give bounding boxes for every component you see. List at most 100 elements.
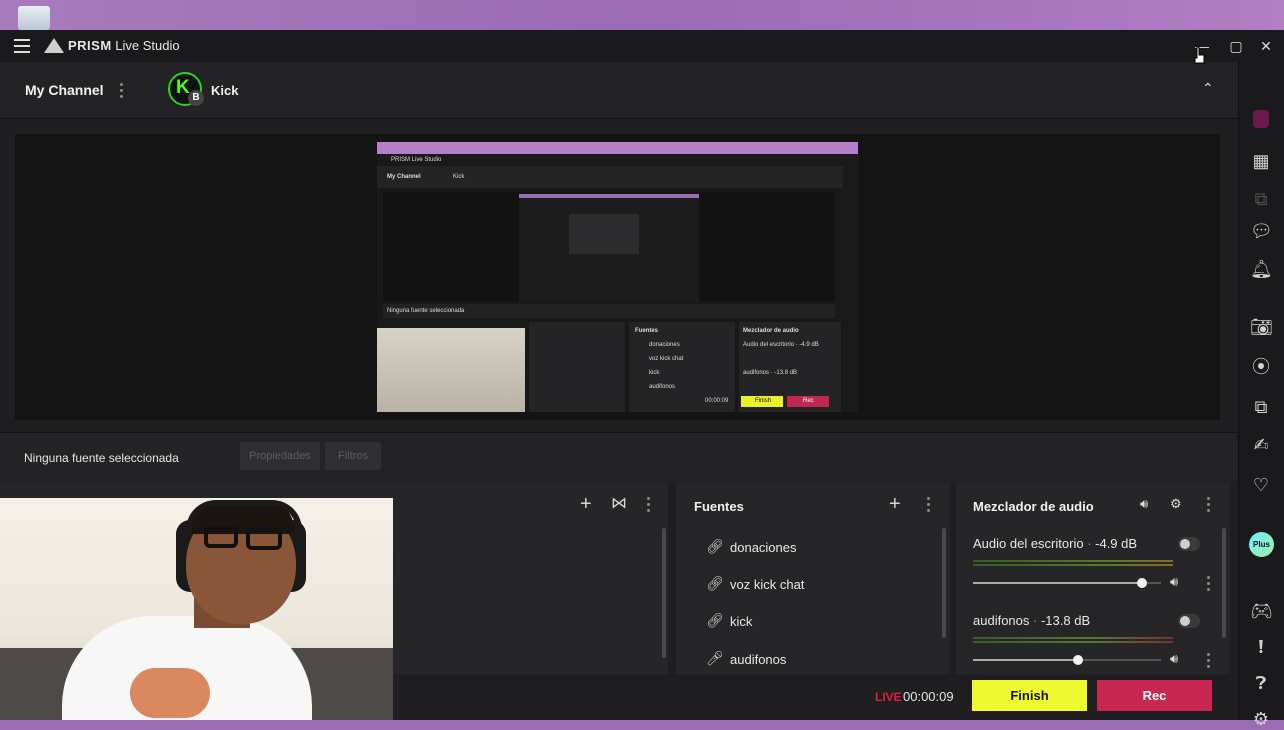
kick-channel-name[interactable]: Kick xyxy=(211,83,238,98)
menu-icon[interactable] xyxy=(14,39,30,53)
prism-logo-icon xyxy=(44,38,64,53)
right-sidebar: ▦ ⧉ 💬︎ 🔔︎ 📷︎ ⦿ ⧉ ✍︎ ♡ Plus 🎮︎ ❗︎ ❓︎ ⚙ xyxy=(1238,62,1284,729)
notice-icon[interactable]: ❗︎ xyxy=(1250,636,1272,658)
preview-kick-name: Kick xyxy=(453,174,465,180)
desktop-wallpaper xyxy=(0,0,1284,30)
app-subtitle: Live Studio xyxy=(115,38,180,53)
channel-more-icon[interactable] xyxy=(120,83,124,101)
preview-mixer-title: Mezclador de audio xyxy=(743,328,799,334)
channel-bar: My Channel K B Kick ⌃ xyxy=(0,62,1238,119)
sources-panel: Fuentes + 🔗︎ donaciones 🔗︎ voz kick chat… xyxy=(676,482,950,694)
desktop-channel-more-icon[interactable] xyxy=(1207,576,1211,594)
desktop-volume-fill xyxy=(973,582,1142,584)
channel-name: Audio del escritorio xyxy=(973,536,1084,551)
help-icon[interactable]: ❓︎ xyxy=(1250,672,1272,694)
headphones-audio-meter xyxy=(973,637,1173,639)
preview-my-channel: My Channel xyxy=(387,174,421,180)
gear-icon[interactable]: ⚙ xyxy=(1170,496,1182,512)
my-channel-label[interactable]: My Channel xyxy=(25,82,104,98)
microphone-icon: 🎤︎ xyxy=(706,650,724,666)
scenes-scrollbar[interactable] xyxy=(662,528,666,658)
finish-button[interactable]: Finish xyxy=(972,680,1087,711)
mixer-channel-desktop: Audio del escritorio · -4.9 dB xyxy=(973,536,1138,551)
link-icon: 🔗︎ xyxy=(706,538,724,554)
add-source-icon[interactable]: + xyxy=(889,494,901,514)
close-button[interactable]: ✕ xyxy=(1256,36,1276,56)
source-properties-bar: Ninguna fuente seleccionada Propiedades … xyxy=(0,432,1238,481)
source-label: kick xyxy=(730,614,753,629)
preview-mixer-row-1: Audio del escritorio · -4.9 dB xyxy=(743,342,819,348)
sources-more-icon[interactable] xyxy=(927,497,931,515)
preview-app-title: PRISM Live Studio xyxy=(391,157,442,163)
gamepad-icon[interactable]: 🎮︎ xyxy=(1250,600,1273,622)
channel-name: audifonos xyxy=(973,613,1030,628)
webcam-overlay xyxy=(0,498,393,720)
desktop-audio-meter-2 xyxy=(973,564,1173,566)
elapsed-time: 00:00:09 xyxy=(903,689,954,704)
no-source-selected-label: Ninguna fuente seleccionada xyxy=(24,451,179,465)
app-title: PRISM Live Studio xyxy=(68,38,180,53)
preview-source-4: audifonos xyxy=(649,384,676,390)
recycle-bin-icon[interactable] xyxy=(18,6,50,30)
headphones-audio-meter-2 xyxy=(973,641,1173,643)
chat-icon[interactable]: 💬︎ xyxy=(1250,220,1273,242)
link-icon: 🔗︎ xyxy=(706,575,724,591)
mixer-channel-headphones: audifonos · -13.8 dB xyxy=(973,613,1091,628)
properties-button[interactable]: Propiedades xyxy=(240,442,320,470)
app-name: PRISM xyxy=(68,38,112,53)
headphones-volume-fill xyxy=(973,659,1078,661)
source-label: donaciones xyxy=(730,540,797,555)
mixer-scrollbar[interactable] xyxy=(1222,528,1226,638)
drawing-icon[interactable]: ✍︎ xyxy=(1250,434,1272,456)
preview-rec: Rec xyxy=(803,398,814,404)
preview-timer: 00:00:09 xyxy=(705,398,729,404)
preview-source-2: voz kick chat xyxy=(649,356,684,362)
headphones-volume-knob[interactable] xyxy=(1073,655,1083,665)
source-label: audifonos xyxy=(730,652,787,667)
headphones-audio-toggle[interactable] xyxy=(1178,614,1200,628)
mixer-more-icon[interactable] xyxy=(1207,497,1211,515)
desktop-audio-toggle[interactable] xyxy=(1178,537,1200,551)
desktop-audio-meter xyxy=(973,560,1173,562)
title-bar: PRISM Live Studio — ▢ ✕ xyxy=(0,30,1284,62)
filters-button[interactable]: Filtros xyxy=(325,442,381,470)
preview-capture: PRISM Live Studio My Channel Kick Ningun… xyxy=(377,142,858,412)
channel-db: -13.8 dB xyxy=(1040,613,1091,628)
add-scene-icon[interactable]: + xyxy=(580,494,592,514)
plus-badge[interactable]: Plus xyxy=(1249,532,1274,557)
layout-icon[interactable]: ▦ xyxy=(1250,150,1272,172)
preview-mixer-row-2: audifonos · -13.8 dB xyxy=(743,370,798,376)
headphones-mute-icon[interactable]: 🔊︎ xyxy=(1170,651,1178,667)
transition-icon[interactable]: ⋈ xyxy=(611,494,627,514)
maximize-button[interactable]: ▢ xyxy=(1226,36,1246,56)
profile-avatar[interactable] xyxy=(1250,110,1272,132)
link-icon: 🔗︎ xyxy=(706,612,724,628)
rec-button[interactable]: Rec xyxy=(1097,680,1212,711)
desktop-mute-icon[interactable]: 🔊︎ xyxy=(1170,574,1178,590)
scenes-more-icon[interactable] xyxy=(647,497,651,515)
mouse-cursor-icon xyxy=(1194,46,1205,64)
heart-icon[interactable]: ♡ xyxy=(1250,474,1272,496)
copy-icon[interactable]: ⧉ xyxy=(1250,188,1272,210)
preview-source-3: kick xyxy=(649,370,660,376)
channel-db: -4.9 dB xyxy=(1095,536,1138,551)
preview-sources-title: Fuentes xyxy=(635,328,659,334)
speaker-icon[interactable]: 🔊︎ xyxy=(1140,496,1148,512)
settings-icon[interactable]: ⚙ xyxy=(1250,708,1272,730)
sources-scrollbar[interactable] xyxy=(942,528,946,638)
headphones-channel-more-icon[interactable] xyxy=(1207,653,1211,671)
bell-icon[interactable]: 🔔︎ xyxy=(1250,258,1273,280)
platform-badge: B xyxy=(188,90,204,106)
preview-source-1: donaciones xyxy=(649,342,680,348)
virtual-camera-icon[interactable]: ⦿ xyxy=(1250,356,1272,378)
chevron-up-icon[interactable]: ⌃ xyxy=(1202,80,1216,96)
preview-webcam xyxy=(377,328,525,412)
camera-icon[interactable]: 📷︎ xyxy=(1250,316,1273,338)
mixer-title: Mezclador de audio xyxy=(973,499,1094,514)
preview-status: Ninguna fuente seleccionada xyxy=(387,308,465,314)
live-indicator: LIVE xyxy=(875,690,902,704)
overlay-icon[interactable]: ⧉ xyxy=(1250,396,1272,418)
broadcast-controls: LIVE 00:00:09 Finish Rec xyxy=(392,674,1238,720)
audio-mixer-panel: Mezclador de audio 🔊︎ ⚙ Audio del escrit… xyxy=(956,482,1230,694)
desktop-volume-knob[interactable] xyxy=(1137,578,1147,588)
